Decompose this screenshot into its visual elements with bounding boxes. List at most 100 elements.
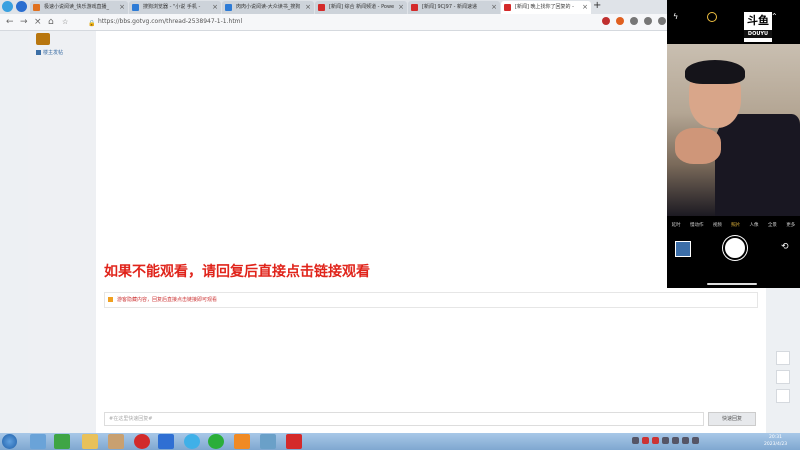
tab-favicon-icon: [318, 4, 325, 11]
post-author-sidebar: 楼主发帖: [28, 31, 97, 433]
start-button[interactable]: [2, 434, 17, 449]
mode-video[interactable]: 视频: [713, 222, 722, 232]
tab-6-active[interactable]: [新闻] 晚上找你了回复的 - ×: [501, 1, 591, 14]
share-icon[interactable]: [776, 351, 790, 365]
bookmark-icon[interactable]: ☆: [62, 16, 68, 28]
person-shirt: [715, 114, 800, 216]
mode-portrait[interactable]: 人像: [750, 222, 759, 232]
app-icon[interactable]: [158, 434, 174, 449]
tab-favicon-icon: [225, 4, 232, 11]
clock-date: 2023/4/23: [764, 442, 788, 447]
extension-icon[interactable]: [616, 17, 624, 25]
extension-icon[interactable]: [602, 17, 610, 25]
back-icon[interactable]: ←: [6, 16, 14, 28]
shutter-button[interactable]: [723, 236, 747, 260]
mode-photo[interactable]: 照片: [731, 222, 740, 232]
tab-label: 搜狗浏览器 - "小说 手机 -: [143, 4, 201, 10]
game-icon[interactable]: [108, 434, 124, 449]
tray-icon[interactable]: [652, 437, 659, 444]
weibo-icon[interactable]: [134, 434, 150, 449]
tab-favicon-icon: [411, 4, 418, 11]
lock-icon: [108, 297, 113, 302]
browser-app-icons: [2, 1, 27, 12]
close-icon[interactable]: ×: [212, 1, 218, 14]
close-icon[interactable]: ×: [305, 1, 311, 14]
app-icon[interactable]: [54, 434, 70, 449]
logo-text: 斗鱼: [747, 14, 769, 27]
back-to-top-icon[interactable]: [776, 389, 790, 403]
tray-icon[interactable]: [662, 437, 669, 444]
mouse-cursor-icon: [530, 237, 538, 245]
avatar[interactable]: [36, 33, 50, 45]
menu-icon[interactable]: [658, 17, 666, 25]
secure-lock-icon: 🔒: [88, 20, 96, 27]
active-browser-icon[interactable]: [286, 434, 302, 449]
tab-favicon-icon: [132, 4, 139, 11]
browser-icon[interactable]: [184, 434, 200, 449]
side-tools: [776, 351, 790, 403]
close-icon[interactable]: ×: [491, 1, 497, 14]
url-input[interactable]: https://bbs.gotvg.com/thread-2538947-1-1…: [98, 17, 242, 27]
favorite-icon[interactable]: [776, 370, 790, 384]
wechat-icon[interactable]: [208, 434, 224, 449]
hidden-content-tip: 游客隐藏内容，回复后直接点击链接即可观看: [104, 292, 758, 308]
help-icon[interactable]: [234, 434, 250, 449]
mode-slomo[interactable]: 慢动作: [690, 222, 704, 232]
tab-favicon-icon: [504, 4, 511, 11]
shield-icon[interactable]: [16, 1, 27, 12]
close-icon[interactable]: ×: [582, 1, 588, 14]
toolbar-icons: [602, 17, 666, 25]
tab-3[interactable]: 肉肉小说阅读-大众读书_搜狗 ×: [222, 1, 314, 14]
camera-preview: [667, 44, 800, 216]
gear-icon[interactable]: [644, 17, 652, 25]
tab-label: [新闻] 9CJ97 - 新闻速递: [422, 4, 477, 10]
tab-5[interactable]: [新闻] 9CJ97 - 新闻速递 ×: [408, 1, 500, 14]
close-icon[interactable]: ×: [398, 1, 404, 14]
user-icon: [36, 50, 41, 55]
network-icon[interactable]: [682, 437, 689, 444]
new-tab-button[interactable]: +: [593, 0, 601, 11]
sidebar-link[interactable]: 楼主发帖: [36, 49, 63, 56]
mode-pano[interactable]: 全景: [768, 222, 777, 232]
folder-icon[interactable]: [82, 434, 98, 449]
tray-icon[interactable]: [672, 437, 679, 444]
tab-label: [新闻] 综合 新闻频道 - Powe: [329, 4, 395, 10]
flash-off-icon[interactable]: ϟ: [673, 12, 678, 21]
block-icon[interactable]: [630, 17, 638, 25]
mode-timelapse[interactable]: 延时: [672, 222, 681, 232]
clock[interactable]: 20:31 2023/4/23: [764, 434, 787, 448]
person-hair: [685, 60, 745, 84]
camera-top-bar: ϟ 斗鱼 DOUYU ⌃: [667, 0, 800, 42]
volume-icon[interactable]: [692, 437, 699, 444]
windows-taskbar: 20:31 2023/4/23: [0, 433, 800, 450]
tab-4[interactable]: [新闻] 综合 新闻频道 - Powe ×: [315, 1, 407, 14]
gallery-thumbnail[interactable]: [675, 241, 691, 257]
tab-2[interactable]: 搜狗浏览器 - "小说 手机 - ×: [129, 1, 221, 14]
home-icon[interactable]: ⌂: [48, 16, 54, 28]
watch-notice: 如果不能观看，请回复后直接点击链接观看: [104, 264, 370, 280]
quick-reply-button[interactable]: 快速回复: [708, 412, 756, 426]
close-icon[interactable]: ×: [119, 1, 125, 14]
stop-icon[interactable]: ×: [34, 16, 42, 28]
flip-camera-icon[interactable]: ⟲: [781, 242, 789, 252]
live-photo-icon[interactable]: [707, 12, 717, 22]
chevron-icon[interactable]: ⌃: [771, 12, 778, 21]
mode-more[interactable]: 更多: [786, 222, 795, 232]
quick-reply-input[interactable]: #在这里快速回复#: [104, 412, 704, 426]
tip-text[interactable]: 游客隐藏内容，回复后直接点击链接即可观看: [117, 296, 217, 303]
computer-icon[interactable]: [30, 434, 46, 449]
tab-1[interactable]: 极速小说阅读_快乐游戏直播_ ×: [30, 1, 128, 14]
person-hand: [675, 128, 721, 164]
douyu-logo: 斗鱼 DOUYU: [744, 12, 772, 42]
clock-time: 20:31: [769, 435, 783, 440]
tab-favicon-icon: [33, 4, 40, 11]
app-icon[interactable]: [260, 434, 276, 449]
post-content: 如果不能观看，请回复后直接点击链接观看 游客隐藏内容，回复后直接点击链接即可观看…: [96, 31, 766, 433]
camera-modes: 延时 慢动作 视频 照片 人像 全景 更多: [667, 222, 800, 232]
browser-logo-icon[interactable]: [2, 1, 13, 12]
tray-icon[interactable]: [642, 437, 649, 444]
tray-icon[interactable]: [632, 437, 639, 444]
forward-icon[interactable]: →: [20, 16, 28, 28]
sidebar-link-label: 楼主发帖: [43, 50, 64, 56]
home-indicator: [707, 283, 757, 285]
